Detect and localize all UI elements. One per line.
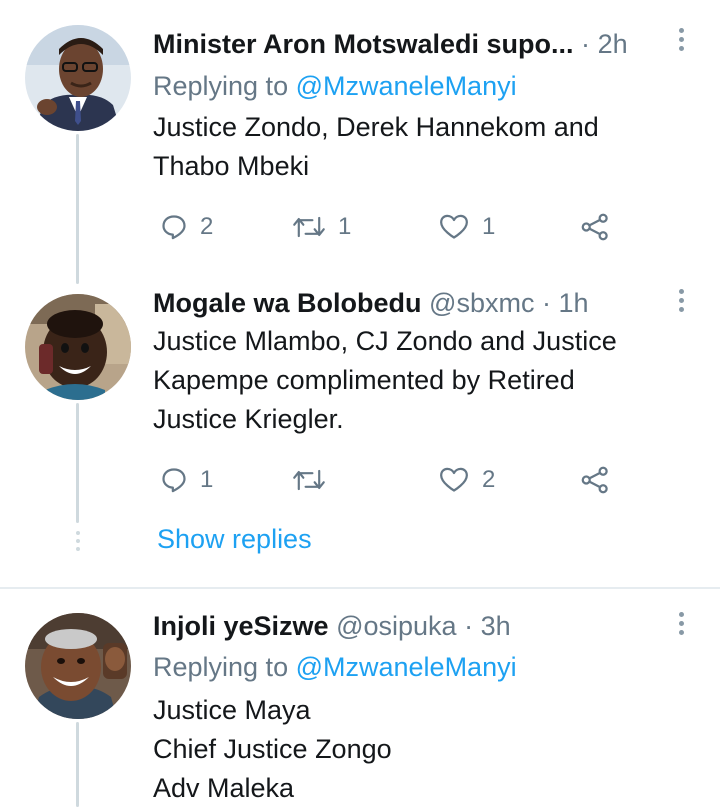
- mention-link[interactable]: @MzwaneleManyi: [296, 652, 517, 682]
- tweet-header: Mogale wa Bolobedu @sbxmc · 1h: [153, 287, 589, 319]
- avatar-photo: [25, 25, 131, 131]
- timestamp[interactable]: 2h: [598, 29, 628, 59]
- tweet-text-line: Justice Maya: [153, 695, 311, 725]
- show-replies-link[interactable]: Show replies: [157, 524, 312, 555]
- more-vertical-icon[interactable]: [676, 289, 686, 316]
- retweet-icon: [293, 216, 325, 238]
- tweet-text-line: Chief Justice Zongo: [153, 734, 392, 764]
- like-icon: [440, 467, 468, 492]
- share-button[interactable]: [580, 212, 610, 242]
- mention-link[interactable]: @MzwaneleManyi: [296, 71, 517, 101]
- share-button[interactable]: [580, 465, 610, 495]
- like-button[interactable]: 2: [438, 466, 495, 494]
- display-name[interactable]: Injoli yeSizwe: [153, 611, 329, 641]
- separator-dot: ·: [541, 288, 551, 318]
- display-name[interactable]: Minister Aron Motswaledi supo...: [153, 29, 574, 59]
- retweet-button[interactable]: 1: [292, 213, 351, 241]
- timestamp[interactable]: 1h: [558, 288, 588, 318]
- reply-count: 2: [200, 213, 214, 240]
- more-vertical-icon[interactable]: [676, 612, 686, 639]
- avatar[interactable]: [25, 294, 131, 400]
- user-handle[interactable]: @osipuka: [336, 611, 456, 641]
- tweet-text-line: Adv Maleka: [153, 773, 295, 803]
- reply-count: 1: [200, 466, 214, 493]
- share-icon: [581, 213, 608, 241]
- replying-to: Replying to @MzwaneleManyi: [153, 651, 517, 683]
- user-handle[interactable]: @sbxmc: [429, 288, 534, 318]
- tweet-text: Justice Zondo, Derek Hannekom and Thabo …: [153, 108, 599, 186]
- reply-button[interactable]: 1: [160, 466, 213, 494]
- tweet-text-line: Justice Mlambo, CJ Zondo and Justice: [153, 326, 617, 356]
- divider: [0, 587, 720, 589]
- like-count: 1: [482, 213, 496, 240]
- reply-icon: [162, 215, 186, 240]
- replying-label: Replying to: [153, 71, 289, 101]
- tweet-text-line: Thabo Mbeki: [153, 151, 310, 181]
- retweet-icon: [293, 469, 325, 491]
- thread-line: [76, 722, 79, 807]
- tweet-text-line: Justice Zondo, Derek Hannekom and: [153, 112, 599, 142]
- timestamp[interactable]: 3h: [481, 611, 511, 641]
- avatar[interactable]: [25, 25, 131, 131]
- thread-line: [76, 403, 79, 523]
- replying-label: Replying to: [153, 652, 289, 682]
- avatar-photo: [25, 613, 131, 719]
- separator-dot: ·: [581, 29, 591, 59]
- like-button[interactable]: 1: [438, 213, 495, 241]
- avatar[interactable]: [25, 613, 131, 719]
- tweet-text-line: Justice Kriegler.: [153, 404, 344, 434]
- retweet-count: 1: [338, 213, 352, 240]
- replying-to: Replying to @MzwaneleManyi: [153, 70, 517, 102]
- share-icon: [581, 466, 608, 494]
- tweet-text-line: Kapempe complimented by Retired: [153, 365, 575, 395]
- thread-line: [76, 134, 79, 284]
- retweet-button[interactable]: [292, 466, 338, 494]
- avatar-photo: [25, 294, 131, 400]
- reply-icon: [162, 468, 186, 493]
- more-vertical-icon[interactable]: [676, 28, 686, 55]
- tweet-text: Justice Mlambo, CJ Zondo and Justice Kap…: [153, 322, 617, 439]
- tweet-text: Justice Maya Chief Justice Zongo Adv Mal…: [153, 691, 392, 808]
- like-icon: [440, 214, 468, 239]
- tweet-header: Injoli yeSizwe @osipuka · 3h: [153, 610, 511, 642]
- tweet-header: Minister Aron Motswaledi supo... · 2h: [153, 28, 628, 60]
- display-name[interactable]: Mogale wa Bolobedu: [153, 288, 422, 318]
- thread-dots: [76, 531, 80, 555]
- separator-dot: ·: [464, 611, 474, 641]
- reply-button[interactable]: 2: [160, 213, 213, 241]
- like-count: 2: [482, 466, 496, 493]
